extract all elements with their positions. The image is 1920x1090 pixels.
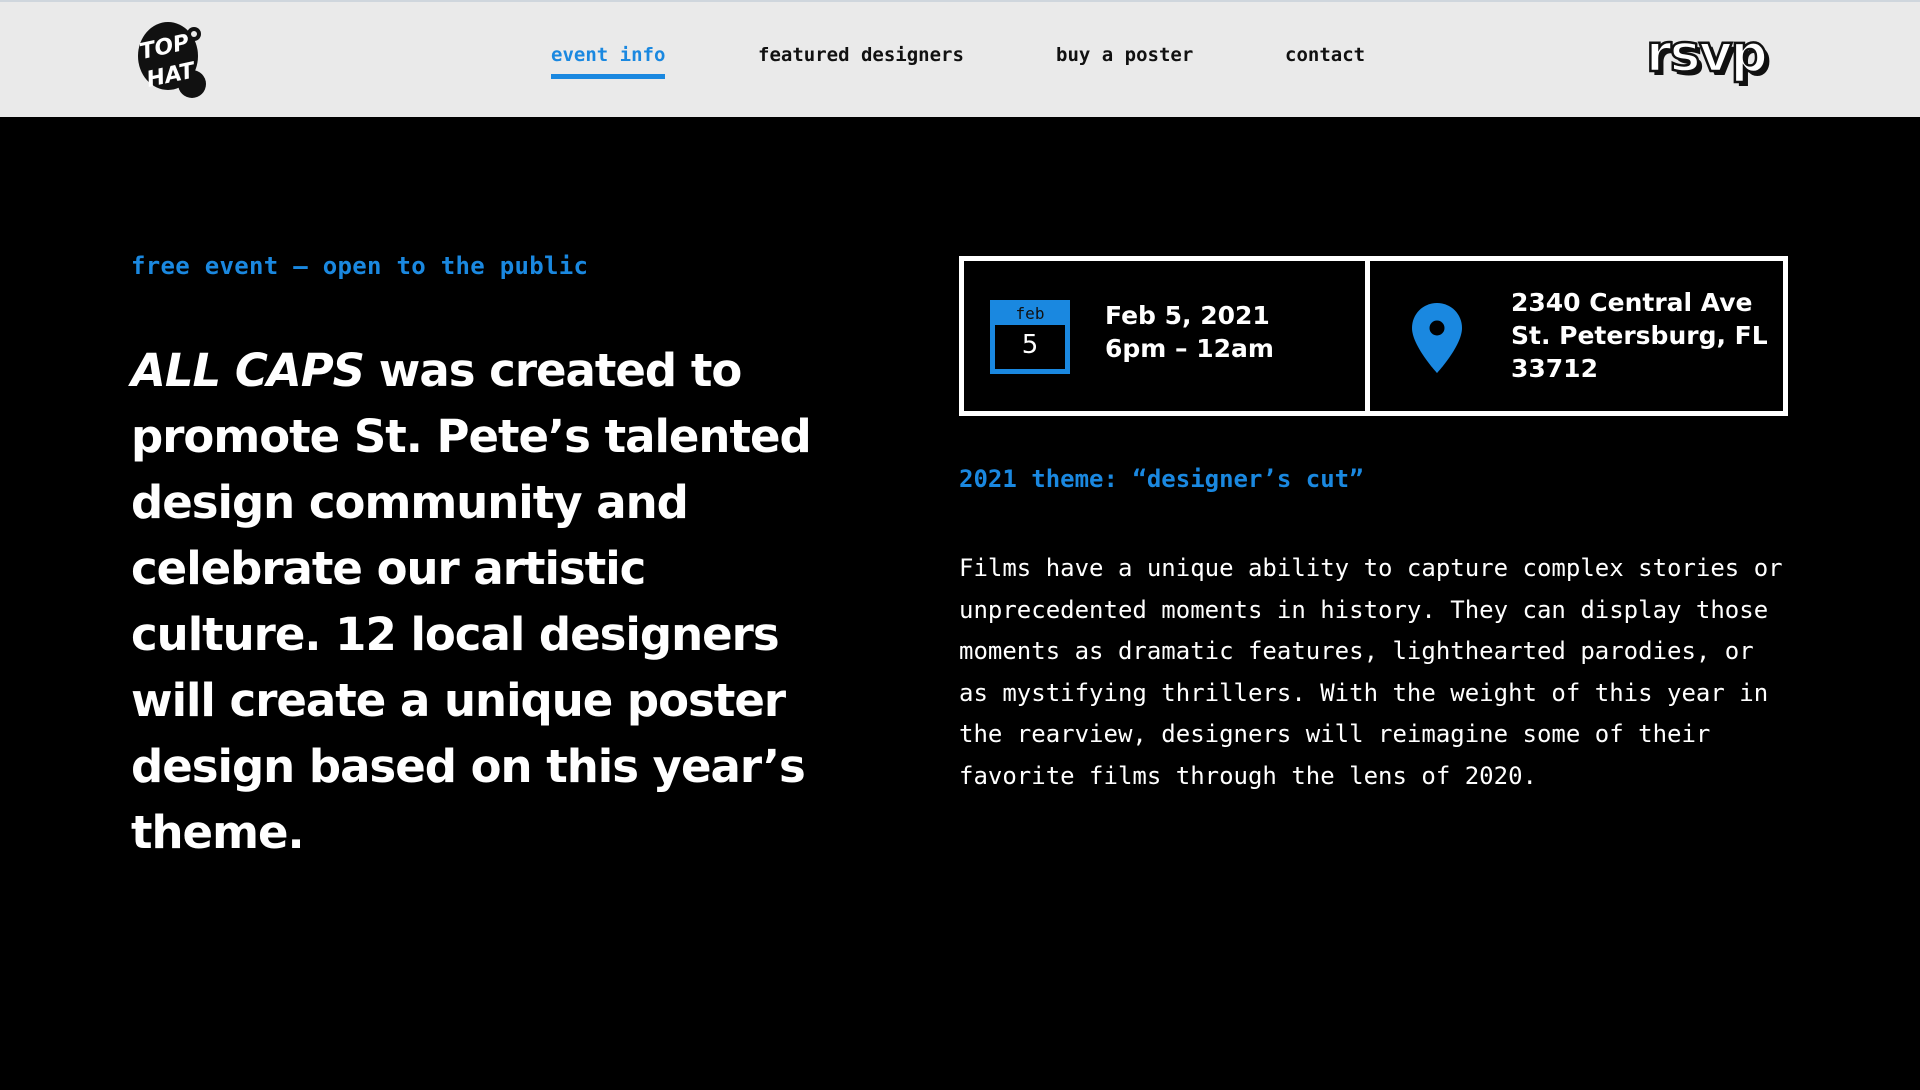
theme-description: Films have a unique ability to capture c… [959, 554, 1783, 790]
calendar-month: feb [995, 305, 1065, 325]
event-datetime: Feb 5, 2021 6pm – 12am [1105, 299, 1274, 365]
rsvp-wordmark: rsvp rsvp [1645, 27, 1772, 87]
tagline: free event – open to the public [131, 252, 589, 280]
event-location-cell: 2340 Central Ave St. Petersburg, FL 3371… [1370, 261, 1783, 411]
event-date-cell: feb 5 Feb 5, 2021 6pm – 12am [964, 261, 1370, 411]
address-line-3: 33712 [1511, 354, 1598, 383]
intro-text: was created to promote St. Pete’s talent… [131, 344, 812, 859]
rsvp-button[interactable]: rsvp rsvp [1644, 27, 1790, 87]
calendar-icon: feb 5 [990, 300, 1070, 374]
nav-featured-designers[interactable]: featured designers [758, 42, 964, 74]
event-details-box: feb 5 Feb 5, 2021 6pm – 12am 2340 Centra… [959, 256, 1788, 416]
address-line-2: St. Petersburg, FL [1511, 321, 1768, 350]
event-time: 6pm – 12am [1105, 334, 1274, 363]
nav-event-info[interactable]: event info [551, 42, 666, 79]
intro-heading: ALL CAPS was created to promote St. Pete… [131, 338, 812, 866]
event-address: 2340 Central Ave St. Petersburg, FL 3371… [1511, 286, 1768, 385]
address-line-1: 2340 Central Ave [1511, 288, 1753, 317]
theme-heading: 2021 theme: “designer’s cut” [959, 465, 1364, 493]
event-date: Feb 5, 2021 [1105, 301, 1270, 330]
site-header: TOP HAT event info featured designers bu… [0, 0, 1920, 117]
nav-buy-a-poster[interactable]: buy a poster [1056, 42, 1193, 74]
nav-contact[interactable]: contact [1285, 42, 1365, 74]
calendar-day: 5 [1021, 330, 1039, 360]
main-nav: event info featured designers buy a post… [0, 2, 1920, 119]
intro-emphasis: ALL CAPS [131, 344, 365, 397]
map-pin-icon [1410, 301, 1464, 375]
rsvp-label: rsvp [1646, 27, 1766, 84]
